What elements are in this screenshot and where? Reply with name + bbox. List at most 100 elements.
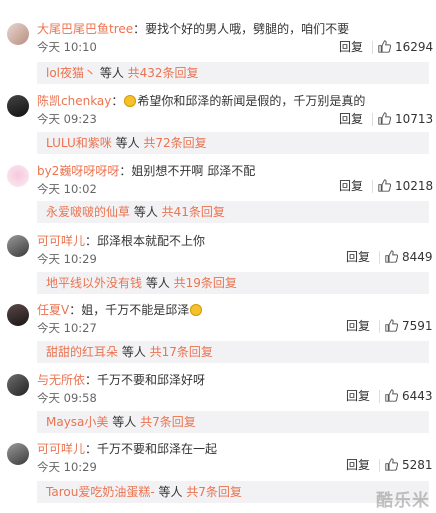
colon: ： (119, 164, 132, 178)
reply-button[interactable]: 回复 (346, 318, 370, 335)
sub-reply-user[interactable]: lol夜猫丶 (46, 66, 96, 80)
sub-reply-etc: 等人 (130, 205, 162, 219)
comment-text: 姐，千万不能是邱泽 (81, 303, 190, 317)
like-button[interactable]: 5281 (385, 457, 433, 474)
like-count: 10218 (395, 179, 434, 193)
username-link[interactable]: 与无所依 (37, 373, 85, 387)
like-button[interactable]: 6443 (385, 388, 433, 405)
avatar[interactable] (7, 443, 29, 465)
divider (372, 41, 373, 54)
colon: ： (111, 94, 124, 108)
comment-text: 姐别想不开啊 邱泽不配 (131, 164, 256, 178)
thumbs-up-icon (385, 389, 398, 402)
sub-replies[interactable]: Maysa小美 等人 共7条回复 (37, 411, 429, 433)
reply-button[interactable]: 回复 (346, 457, 370, 474)
like-button[interactable]: 10713 (378, 111, 433, 128)
avatar[interactable] (7, 23, 29, 45)
smile-emoji-icon (124, 95, 137, 107)
comment-text: 千万不要和邱泽在一起 (97, 442, 218, 456)
like-count: 10713 (395, 112, 434, 126)
reply-button[interactable]: 回复 (346, 249, 370, 266)
like-button[interactable]: 10218 (378, 178, 433, 195)
comment-line: 可可咩儿：千万不要和邱泽在一起 (37, 440, 217, 458)
comment-line: 可可咩儿：邱泽根本就配不上你 (37, 232, 205, 250)
comment-line: by2巍呀呀呀呀：姐别想不开啊 邱泽不配 (37, 162, 255, 180)
thumbs-up-icon (385, 250, 398, 263)
timestamp: 今天 09:23 (37, 112, 97, 126)
comment-text: 要找个好的男人哦，劈腿的，咱们不要 (145, 22, 350, 36)
avatar[interactable] (7, 374, 29, 396)
timestamp: 今天 10:27 (37, 321, 97, 335)
comment-text: 千万不要和邱泽好呀 (97, 373, 206, 387)
divider (379, 459, 380, 472)
username-link[interactable]: 任夏V (37, 303, 69, 317)
sub-reply-user[interactable]: 永爱啵啵的仙草 (46, 205, 130, 219)
sub-reply-total[interactable]: 共72条回复 (143, 136, 206, 150)
sub-reply-total[interactable]: 共7条回复 (186, 485, 242, 499)
smile-emoji-icon (190, 304, 203, 316)
divider (379, 390, 380, 403)
sub-reply-etc: 等人 (154, 485, 187, 499)
avatar[interactable] (7, 165, 29, 187)
sub-replies[interactable]: 甜甜的红耳朵 等人 共17条回复 (37, 341, 429, 363)
sub-reply-etc: 等人 (111, 136, 144, 150)
comment-text: 邱泽根本就配不上你 (97, 234, 206, 248)
divider (379, 320, 380, 333)
watermark: 酷乐米 (376, 491, 430, 511)
sub-reply-etc: 等人 (96, 66, 128, 80)
divider (372, 113, 373, 126)
username-link[interactable]: 大尾巴尾巴鱼tree (37, 22, 133, 36)
sub-reply-user[interactable]: Tarou爱吃奶油蛋糕- (46, 485, 155, 499)
like-count: 6443 (402, 389, 433, 403)
sub-reply-total[interactable]: 共432条回复 (128, 66, 199, 80)
colon: ： (85, 442, 98, 456)
sub-reply-etc: 等人 (142, 276, 174, 290)
sub-reply-user[interactable]: LULU和紫咪 (46, 136, 112, 150)
like-count: 7591 (402, 319, 433, 333)
sub-reply-user[interactable]: 地平线以外没有钱 (46, 276, 142, 290)
username-link[interactable]: 陈凯chenkay (37, 94, 111, 108)
sub-replies[interactable]: 地平线以外没有钱 等人 共19条回复 (37, 272, 429, 294)
thumbs-up-icon (385, 319, 398, 332)
reply-button[interactable]: 回复 (346, 388, 370, 405)
avatar[interactable] (7, 95, 29, 117)
like-count: 8449 (402, 250, 433, 264)
sub-reply-total[interactable]: 共41条回复 (162, 205, 225, 219)
username-link[interactable]: by2巍呀呀呀呀 (37, 164, 119, 178)
avatar[interactable] (7, 304, 29, 326)
like-button[interactable]: 16294 (378, 39, 433, 56)
divider (372, 180, 373, 193)
sub-replies[interactable]: Tarou爱吃奶油蛋糕- 等人 共7条回复 (37, 481, 429, 503)
sub-reply-user[interactable]: 甜甜的红耳朵 (46, 345, 118, 359)
sub-replies[interactable]: 永爱啵啵的仙草 等人 共41条回复 (37, 201, 429, 223)
reply-button[interactable]: 回复 (339, 39, 363, 56)
comment-text: 希望你和邱泽的新闻是假的，千万别是真的 (137, 94, 366, 108)
thumbs-up-icon (385, 458, 398, 471)
colon: ： (133, 22, 146, 36)
colon: ： (69, 303, 82, 317)
reply-button[interactable]: 回复 (339, 178, 363, 195)
timestamp: 今天 10:29 (37, 460, 97, 474)
like-button[interactable]: 8449 (385, 249, 433, 266)
sub-reply-total[interactable]: 共19条回复 (174, 276, 237, 290)
avatar[interactable] (7, 235, 29, 257)
comment-line: 与无所依：千万不要和邱泽好呀 (37, 371, 205, 389)
like-button[interactable]: 7591 (385, 318, 433, 335)
username-link[interactable]: 可可咩儿 (37, 234, 85, 248)
sub-reply-total[interactable]: 共7条回复 (140, 415, 196, 429)
username-link[interactable]: 可可咩儿 (37, 442, 85, 456)
timestamp: 今天 09:58 (37, 391, 97, 405)
timestamp: 今天 10:02 (37, 182, 97, 196)
sub-replies[interactable]: LULU和紫咪 等人 共72条回复 (37, 132, 429, 154)
sub-reply-user[interactable]: Maysa小美 (46, 415, 108, 429)
reply-button[interactable]: 回复 (339, 111, 363, 128)
timestamp: 今天 10:29 (37, 252, 97, 266)
sub-reply-total[interactable]: 共17条回复 (150, 345, 213, 359)
colon: ： (85, 234, 98, 248)
thumbs-up-icon (378, 40, 391, 53)
sub-reply-etc: 等人 (108, 415, 141, 429)
sub-replies[interactable]: lol夜猫丶 等人 共432条回复 (37, 62, 429, 84)
thumbs-up-icon (378, 112, 391, 125)
like-count: 16294 (395, 40, 434, 54)
colon: ： (85, 373, 98, 387)
